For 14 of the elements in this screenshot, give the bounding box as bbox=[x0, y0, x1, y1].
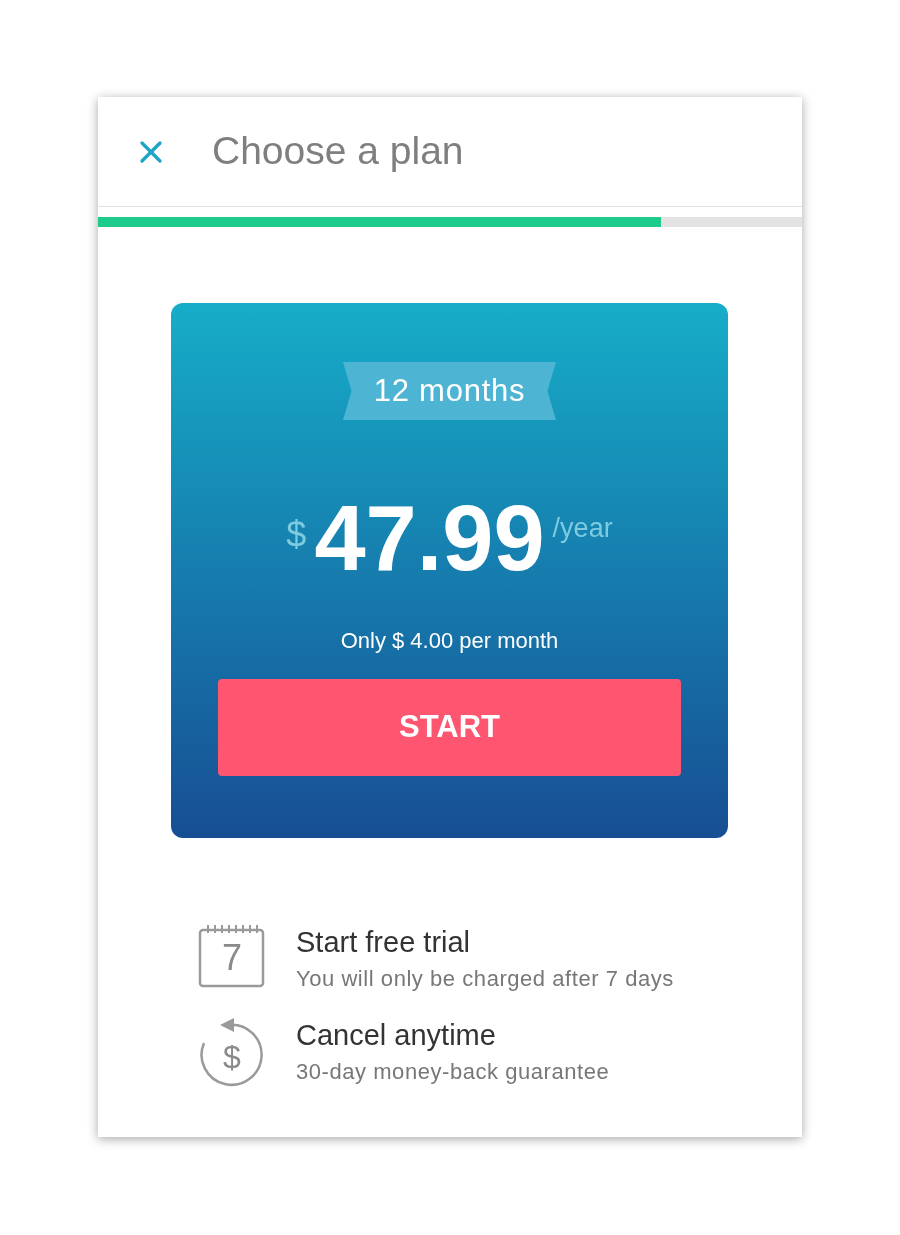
calendar-icon bbox=[198, 924, 266, 988]
feature-title: Start free trial bbox=[296, 925, 472, 960]
start-button[interactable]: START bbox=[218, 679, 681, 776]
feature-title: Cancel anytime bbox=[296, 1018, 497, 1053]
price: 47.99 bbox=[314, 488, 545, 588]
window-title: Choose a plan bbox=[212, 128, 464, 175]
currency-symbol: $ bbox=[286, 513, 307, 557]
monthly-price-note: Only $ 4.00 per month bbox=[340, 627, 559, 655]
price-unit: /year bbox=[552, 512, 613, 545]
dollar-sign: $ bbox=[223, 1039, 241, 1075]
calendar-day: 7 bbox=[222, 938, 242, 978]
feature-subtitle: 30-day money-back guarantee bbox=[296, 1058, 610, 1086]
feature-subtitle: You will only be charged after 7 days bbox=[296, 965, 674, 993]
period-ribbon: 12 months bbox=[343, 362, 556, 420]
